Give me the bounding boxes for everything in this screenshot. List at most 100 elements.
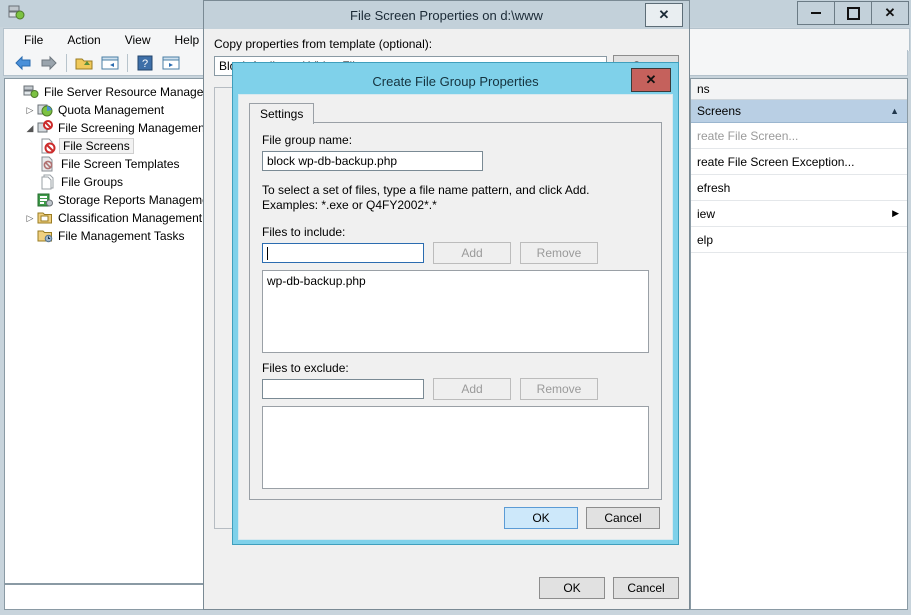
include-remove-button[interactable]: Remove	[520, 242, 598, 264]
action-create-file-screen-exception[interactable]: reate File Screen Exception...	[691, 149, 907, 175]
tree-item-label: File Screen Templates	[61, 157, 180, 171]
exclude-add-button[interactable]: Add	[433, 378, 511, 400]
menu-view[interactable]: View	[115, 31, 161, 49]
tree-item-classification-management[interactable]: ▷ Classification Management	[9, 209, 205, 227]
twisty-icon[interactable]: ▷	[23, 213, 37, 224]
svg-text:?: ?	[142, 58, 148, 70]
window-controls: ✕	[797, 1, 909, 25]
outer-cancel-button[interactable]: Cancel	[613, 577, 679, 599]
remove-label: Remove	[536, 246, 582, 260]
minimize-button[interactable]	[797, 1, 835, 25]
text-caret	[267, 246, 268, 260]
toolbar-separator	[66, 53, 67, 72]
inner-ok-button[interactable]: OK	[504, 507, 578, 529]
maximize-button[interactable]	[834, 1, 872, 25]
exclude-remove-button[interactable]: Remove	[520, 378, 598, 400]
tree-item-storage-reports-management[interactable]: Storage Reports Management	[9, 191, 205, 209]
pattern-hint-line-1: To select a set of files, type a file na…	[262, 183, 590, 197]
tree-item-file-server-resource-manager[interactable]: File Server Resource Manager (Lo	[9, 83, 205, 101]
files-to-exclude-list[interactable]	[262, 406, 649, 489]
pattern-hint-line-2: Examples: *.exe or Q4FY2002*.*	[262, 198, 437, 212]
file-screen-properties-titlebar: File Screen Properties on d:\www ✕	[204, 1, 689, 29]
sidebar-item-file-screens[interactable]: File Screens	[9, 137, 205, 155]
include-add-button[interactable]: Add	[433, 242, 511, 264]
outer-ok-button[interactable]: OK	[539, 577, 605, 599]
show-hide-console-tree-icon[interactable]	[97, 52, 123, 74]
file-group-name-label: File group name:	[262, 133, 353, 147]
toolbar-separator-2	[127, 53, 128, 72]
action-label: reate File Screen...	[697, 128, 799, 143]
tab-settings[interactable]: Settings	[249, 103, 315, 124]
quota-icon	[37, 102, 53, 118]
ok-label: OK	[563, 581, 581, 595]
forward-icon[interactable]	[36, 52, 62, 74]
inner-cancel-button[interactable]: Cancel	[586, 507, 660, 529]
cancel-label: Cancel	[627, 581, 665, 595]
files-to-exclude-input[interactable]	[262, 379, 424, 399]
tree-item-label: Storage Reports Management	[58, 193, 206, 207]
action-help[interactable]: elp	[691, 227, 907, 253]
console-tree-pane[interactable]: File Server Resource Manager (Lo ▷ Quota…	[4, 78, 206, 584]
file-screens-icon	[40, 138, 56, 154]
inner-dialog-footer: OK Cancel	[504, 507, 660, 529]
action-refresh[interactable]: efresh	[691, 175, 907, 201]
files-to-include-list[interactable]: wp-db-backup.php	[262, 270, 649, 353]
cancel-label: Cancel	[604, 511, 642, 525]
twisty-icon[interactable]: ◢	[23, 123, 37, 134]
action-label: reate File Screen Exception...	[697, 154, 855, 169]
files-to-exclude-row: Add Remove	[262, 378, 649, 400]
show-hide-action-pane-icon[interactable]	[158, 52, 184, 74]
close-button[interactable]: ✕	[871, 1, 909, 25]
tree-item-label: File Management Tasks	[58, 229, 185, 243]
menu-file[interactable]: File	[14, 31, 53, 49]
sidebar-item-file-screen-templates[interactable]: File Screen Templates	[9, 155, 205, 173]
back-icon[interactable]	[10, 52, 36, 74]
classification-icon	[37, 210, 53, 226]
inner-dialog-close-button[interactable]: ✕	[631, 68, 671, 92]
storage-reports-icon	[37, 192, 53, 208]
actions-group-title: Screens	[697, 104, 742, 118]
action-create-file-screen[interactable]: reate File Screen...	[691, 123, 907, 149]
file-screen-icon	[37, 120, 53, 136]
file-groups-icon	[40, 174, 56, 190]
chevron-right-icon: ▶	[892, 208, 899, 218]
file-management-tasks-icon	[37, 228, 53, 244]
tree-item-label: File Groups	[61, 175, 124, 189]
menu-action[interactable]: Action	[57, 31, 110, 49]
up-folder-icon[interactable]	[71, 52, 97, 74]
tree-item-file-management-tasks[interactable]: File Management Tasks	[9, 227, 205, 245]
sidebar-item-file-groups[interactable]: File Groups	[9, 173, 205, 191]
create-file-group-titlebar: Create File Group Properties ✕	[238, 68, 673, 94]
tree-item-label: File Screens	[59, 138, 134, 154]
action-label: elp	[697, 232, 714, 247]
status-bar	[4, 584, 206, 610]
create-file-group-properties-dialog: Create File Group Properties ✕ Settings …	[232, 62, 679, 545]
settings-tab-panel: File group name: block wp-db-backup.php …	[249, 122, 662, 500]
tab-label: Settings	[260, 107, 304, 121]
close-icon: ✕	[884, 5, 896, 20]
server-manager-icon	[7, 4, 25, 22]
tabstrip: Settings	[249, 103, 662, 124]
files-to-exclude-label: Files to exclude:	[262, 361, 349, 375]
twisty-icon[interactable]: ▷	[23, 105, 37, 116]
file-screen-templates-icon	[40, 156, 56, 172]
add-label: Add	[461, 382, 483, 396]
tree-item-file-screening-management[interactable]: ◢ File Screening Management	[9, 119, 205, 137]
actions-pane-header: ns	[691, 79, 907, 100]
list-item[interactable]: wp-db-backup.php	[267, 274, 644, 288]
tree-item-label: File Screening Management	[58, 121, 206, 135]
action-label: efresh	[697, 180, 731, 195]
close-icon: ✕	[645, 72, 657, 87]
actions-group-file-screens[interactable]: Screens ▲	[691, 100, 907, 123]
help-icon[interactable]: ?	[132, 52, 158, 74]
ok-label: OK	[532, 511, 550, 525]
files-to-include-input[interactable]	[262, 243, 424, 263]
dialog-close-button[interactable]: ✕	[645, 3, 683, 27]
close-icon: ✕	[658, 7, 670, 22]
console-tree: File Server Resource Manager (Lo ▷ Quota…	[5, 79, 205, 245]
file-group-name-input[interactable]: block wp-db-backup.php	[262, 151, 483, 171]
file-group-name-value: block wp-db-backup.php	[267, 154, 398, 168]
chevron-up-icon[interactable]: ▲	[890, 106, 899, 116]
action-view[interactable]: iew ▶	[691, 201, 907, 227]
tree-item-quota-management[interactable]: ▷ Quota Management	[9, 101, 205, 119]
